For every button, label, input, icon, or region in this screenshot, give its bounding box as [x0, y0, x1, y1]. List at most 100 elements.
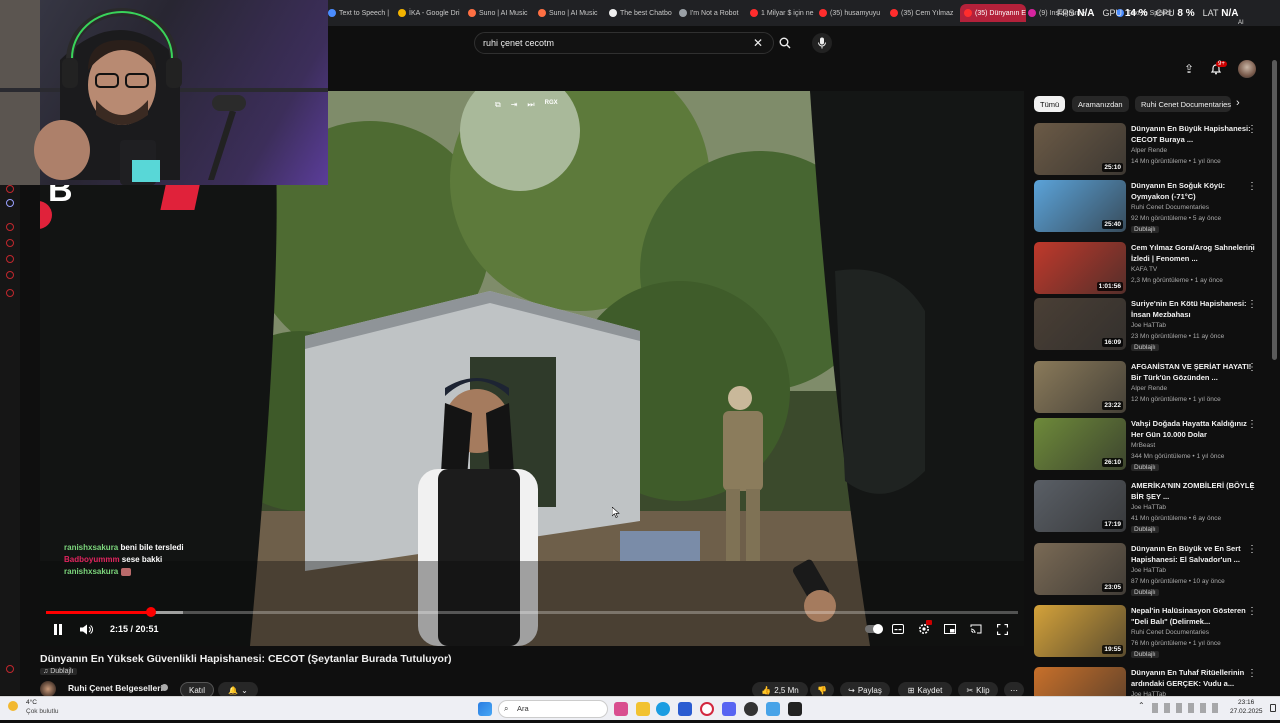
terminal-icon[interactable] — [788, 702, 802, 716]
browser-tab[interactable]: İKA - Google Dri — [398, 4, 466, 22]
recommendation-channel[interactable]: Alper Rende — [1131, 147, 1167, 154]
subtitles-icon[interactable] — [890, 620, 906, 638]
browser-tab[interactable]: 1 Milyar $ için ne — [750, 4, 818, 22]
recommendation-item[interactable]: 19:55 Nepal'in Halüsinasyon Gösteren "Del… — [1034, 605, 1274, 661]
recommendation-channel[interactable]: Ruhi Cenet Documentaries — [1131, 204, 1209, 211]
recommendation-channel[interactable]: MrBeast — [1131, 442, 1155, 449]
more-options-icon[interactable]: ⋮ — [1247, 606, 1257, 617]
recommendation-title[interactable]: Dünyanın En Soğuk Köyü: Oymyakon (-71°C) — [1131, 180, 1261, 202]
chip-channel[interactable]: Ruhi Cenet Documentaries — [1135, 96, 1231, 112]
dock-play-icon[interactable] — [6, 239, 14, 247]
browser-tab[interactable]: I'm Not a Robot — [679, 4, 747, 22]
dock-gx-icon[interactable] — [6, 665, 14, 673]
recommendation-title[interactable]: Dünyanın En Büyük Hapishanesi: CECOT Bur… — [1131, 123, 1261, 145]
recommendation-channel[interactable]: Joe HaTTab — [1131, 504, 1166, 511]
more-options-icon[interactable]: ⋮ — [1247, 419, 1257, 430]
discord-taskbar-icon[interactable] — [722, 702, 736, 716]
discord-icon[interactable] — [6, 199, 14, 207]
recommendation-thumbnail[interactable]: 1:01:56 — [1034, 242, 1126, 294]
recommendation-thumbnail[interactable]: 16:09 — [1034, 298, 1126, 350]
dock-send-icon[interactable] — [6, 255, 14, 263]
recommendation-thumbnail[interactable]: 23:22 — [1034, 361, 1126, 413]
cast-icon[interactable] — [968, 620, 984, 638]
clock-time[interactable]: 23:16 — [1238, 699, 1254, 706]
browser-tab[interactable]: (35) husamyuyu — [819, 4, 887, 22]
edge-icon[interactable] — [656, 702, 670, 716]
recommendation-thumbnail[interactable]: 19:55 — [1034, 605, 1126, 657]
recommendation-channel[interactable]: Alper Rende — [1131, 385, 1167, 392]
more-options-icon[interactable]: ⋮ — [1247, 299, 1257, 310]
progress-bar[interactable] — [46, 607, 1018, 617]
recommendation-thumbnail[interactable]: 25:10 — [1034, 123, 1126, 175]
browser-tab[interactable]: Text to Speech | — [328, 4, 396, 22]
recommendation-thumbnail[interactable]: 25:40 — [1034, 180, 1126, 232]
app-icon[interactable] — [766, 702, 780, 716]
recommendation-item[interactable]: 23:05 Dünyanın En Büyük ve En Sert Hapish… — [1034, 543, 1274, 599]
skip-icon[interactable]: ⏭ — [527, 100, 534, 110]
recommendation-item[interactable]: 23:22 AFGANİSTAN VE ŞERİAT HAYATI! Bir Tü… — [1034, 361, 1274, 417]
account-avatar[interactable] — [1238, 60, 1256, 78]
settings-gear-icon[interactable] — [916, 620, 932, 638]
more-options-icon[interactable]: ⋮ — [1247, 544, 1257, 555]
upload-icon[interactable]: ⇪ — [1179, 59, 1199, 79]
dock-settings-icon[interactable] — [6, 289, 14, 297]
more-options-icon[interactable]: ⋮ — [1247, 362, 1257, 373]
recommendation-title[interactable]: Dünyanın En Büyük ve En Sert Hapishanesi… — [1131, 543, 1261, 565]
fullscreen-icon[interactable] — [994, 620, 1010, 638]
recommendation-title[interactable]: AFGANİSTAN VE ŞERİAT HAYATI! Bir Türk'ün… — [1131, 361, 1261, 383]
recommendation-title[interactable]: Dünyanın En Tuhaf Ritüellerinin ardındak… — [1131, 667, 1261, 689]
recommendation-item[interactable]: 25:40 Dünyanın En Soğuk Köyü: Oymyakon (-… — [1034, 180, 1274, 236]
dock-record-icon[interactable] — [6, 271, 14, 279]
recommendation-item[interactable]: 1:01:56 Cem Yılmaz Gora/Arog Sahnelerini … — [1034, 242, 1274, 298]
exit-icon[interactable]: ⇥ — [511, 100, 518, 110]
chip-all[interactable]: Tümü — [1034, 96, 1066, 112]
recommendation-title[interactable]: Suriye'nin En Kötü Hapishanesi: İnsan Me… — [1131, 298, 1261, 320]
browser-tab[interactable]: Suno | AI Music — [538, 4, 606, 22]
recommendation-channel[interactable]: KAFA TV — [1131, 266, 1157, 273]
volume-icon[interactable] — [78, 620, 94, 638]
pip-icon[interactable]: ⧉ — [495, 100, 501, 110]
recommendation-thumbnail[interactable]: 26:10 — [1034, 418, 1126, 470]
chevron-right-icon[interactable]: › — [1236, 97, 1240, 109]
more-options-icon[interactable]: ⋮ — [1247, 124, 1257, 135]
file-explorer-icon[interactable] — [636, 702, 650, 716]
notification-center-icon[interactable] — [1270, 704, 1276, 712]
page-scrollbar[interactable] — [1272, 60, 1277, 360]
dock-app-icon[interactable] — [6, 223, 14, 231]
channel-avatar[interactable] — [40, 681, 56, 697]
recommendation-item[interactable]: 17:19 AMERİKA'NIN ZOMBİLERİ (BÖYLE BİR ŞE… — [1034, 480, 1274, 536]
search-input[interactable]: ruhi çenet cecotm — [474, 32, 774, 54]
dock-close-icon[interactable] — [6, 185, 14, 193]
browser-tab[interactable]: (35) Cem Yılmaz — [890, 4, 958, 22]
recommendation-thumbnail[interactable]: 23:05 — [1034, 543, 1126, 595]
more-options-icon[interactable]: ⋮ — [1247, 243, 1257, 254]
recommendation-thumbnail[interactable]: 17:19 — [1034, 480, 1126, 532]
channel-name[interactable]: Ruhi Çenet Belgeselleri — [68, 683, 163, 693]
recommendation-item[interactable]: 16:09 Suriye'nin En Kötü Hapishanesi: İns… — [1034, 298, 1274, 354]
clock-date[interactable]: 27.02.2025 — [1230, 708, 1263, 715]
miniplayer-icon[interactable] — [942, 620, 958, 638]
widgets-icon[interactable] — [614, 702, 628, 716]
taskbar-search-input[interactable]: ⌕ Ara — [498, 700, 608, 718]
recommendation-title[interactable]: Vahşi Doğada Hayatta Kaldığınız Her Gün … — [1131, 418, 1261, 440]
start-windows-icon[interactable] — [478, 702, 492, 716]
recommendation-title[interactable]: Cem Yılmaz Gora/Arog Sahnelerini İzledi … — [1131, 242, 1261, 264]
microphone-icon[interactable] — [812, 33, 832, 53]
browser-tab[interactable]: Suno | AI Music — [468, 4, 536, 22]
browser-tab[interactable]: The best Chatbo — [609, 4, 677, 22]
recommendation-channel[interactable]: Joe HaTTab — [1131, 567, 1166, 574]
chip-from-search[interactable]: Aramanızdan — [1072, 96, 1129, 112]
search-icon[interactable] — [775, 33, 795, 53]
browser-tab-active[interactable]: (35) Dünyanın En Yü — [960, 4, 1026, 22]
rgx-button[interactable]: RGX — [545, 100, 558, 110]
more-options-icon[interactable]: ⋮ — [1247, 481, 1257, 492]
progress-scrubber-handle[interactable] — [145, 607, 156, 617]
recommendation-item[interactable]: 25:10 Dünyanın En Büyük Hapishanesi: CECO… — [1034, 123, 1274, 179]
clear-search-icon[interactable]: ✕ — [748, 33, 768, 53]
pause-icon[interactable] — [50, 620, 66, 638]
autoplay-toggle[interactable] — [862, 620, 886, 638]
tray-chevron-icon[interactable]: ⌃ — [1138, 701, 1145, 710]
recommendation-title[interactable]: Nepal'in Halüsinasyon Gösteren "Deli Bal… — [1131, 605, 1261, 627]
opera-gx-icon[interactable] — [700, 702, 714, 716]
more-options-icon[interactable]: ⋮ — [1247, 668, 1257, 679]
